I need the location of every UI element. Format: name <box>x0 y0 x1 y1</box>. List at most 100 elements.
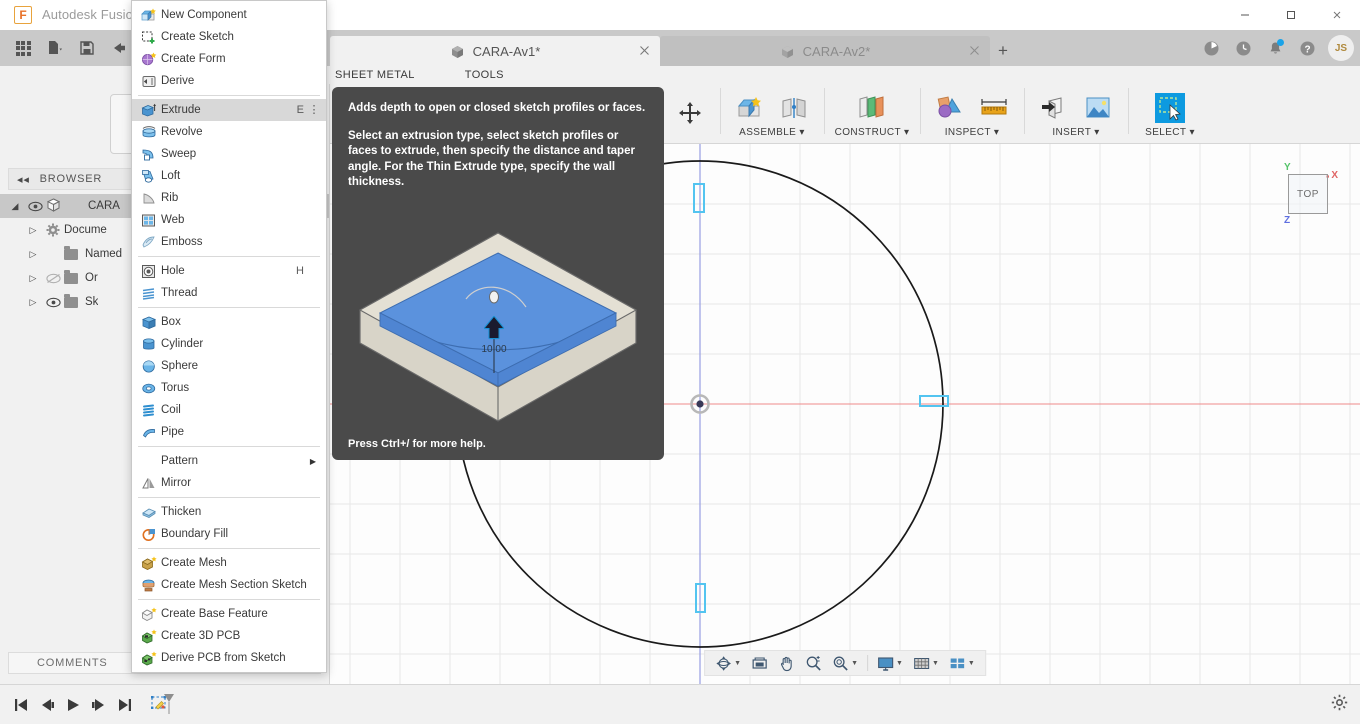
menu-item-sweep[interactable]: Sweep <box>132 143 326 165</box>
maximize-button[interactable] <box>1268 0 1314 30</box>
new-tab-button[interactable]: + <box>990 36 1016 66</box>
menu-item-create-form[interactable]: Create Form <box>132 48 326 70</box>
menu-item-box[interactable]: Box <box>132 311 326 333</box>
timeline-settings-icon[interactable] <box>1331 694 1348 716</box>
new-component-icon[interactable] <box>730 90 770 126</box>
app-grid-icon[interactable] <box>8 34 38 62</box>
select-marquee-icon[interactable] <box>1150 90 1190 126</box>
step-forward-button[interactable] <box>86 691 112 719</box>
go-to-beginning-button[interactable] <box>8 691 34 719</box>
twisty-icon[interactable]: ▷ <box>24 249 42 260</box>
eye-off-icon[interactable] <box>42 273 64 284</box>
menu-item-label: New Component <box>161 9 247 21</box>
ribbon-group-label[interactable]: SELECT ▾ <box>1145 127 1195 142</box>
emboss-icon <box>138 235 159 250</box>
chevron-down-icon[interactable]: ▼ <box>932 660 939 667</box>
ribbon-group-label[interactable]: INSERT ▾ <box>1052 127 1099 142</box>
bell-icon[interactable] <box>1260 33 1290 63</box>
menu-item-thread[interactable]: Thread <box>132 282 326 304</box>
menu-item-pattern[interactable]: Pattern ▶ <box>132 450 326 472</box>
menu-item-create-sketch[interactable]: Create Sketch <box>132 26 326 48</box>
ribbon-tab-tools[interactable]: TOOLS <box>431 66 520 84</box>
joint-icon[interactable] <box>774 90 814 126</box>
question-mark-icon[interactable]: ? <box>1292 33 1322 63</box>
menu-item-revolve[interactable]: Revolve <box>132 121 326 143</box>
ribbon-group-label[interactable]: CONSTRUCT ▾ <box>835 127 910 142</box>
step-back-button[interactable] <box>34 691 60 719</box>
origin-dot <box>696 400 704 408</box>
grid-snaps-icon[interactable]: ▼ <box>909 652 943 674</box>
save-icon[interactable] <box>72 34 102 62</box>
chevron-down-icon[interactable]: ▼ <box>734 660 741 667</box>
menu-item-thicken[interactable]: Thicken <box>132 501 326 523</box>
document-tab-cara-av2[interactable]: CARA-Av2* <box>660 36 990 66</box>
menu-item-boundary-fill[interactable]: Boundary Fill <box>132 523 326 545</box>
menu-item-new-component[interactable]: New Component <box>132 4 326 26</box>
overflow-icon[interactable]: ⋮ <box>308 105 320 116</box>
menu-item-create-base-feature[interactable]: Create Base Feature <box>132 603 326 625</box>
orbit-icon[interactable]: ▼ <box>711 652 745 674</box>
document-tab-cara-av1[interactable]: CARA-Av1* <box>330 36 660 66</box>
twisty-icon[interactable]: ◢ <box>6 201 24 212</box>
eye-icon[interactable] <box>42 297 64 308</box>
zoom-window-icon[interactable]: ▼ <box>828 652 862 674</box>
menu-item-pipe[interactable]: Pipe <box>132 421 326 443</box>
eye-icon[interactable] <box>24 201 46 212</box>
twisty-icon[interactable]: ▷ <box>24 297 42 308</box>
document-tab-label: CARA-Av1* <box>472 43 541 59</box>
view-cube[interactable]: Y X Z TOP <box>1276 162 1340 226</box>
menu-item-web[interactable]: Web <box>132 209 326 231</box>
menu-item-create-mesh-section-sketch[interactable]: Create Mesh Section Sketch <box>132 574 326 596</box>
offset-plane-icon[interactable] <box>852 90 892 126</box>
undo-arrow-icon[interactable] <box>104 34 134 62</box>
file-icon[interactable] <box>40 34 70 62</box>
close-icon[interactable] <box>639 43 650 59</box>
pan-hand-icon[interactable] <box>774 652 799 674</box>
menu-item-rib[interactable]: Rib <box>132 187 326 209</box>
menu-item-derive-pcb-from-sketch[interactable]: Derive PCB from Sketch <box>132 647 326 669</box>
look-at-icon[interactable] <box>747 652 772 674</box>
view-cube-face[interactable]: TOP <box>1288 174 1328 214</box>
zoom-icon[interactable] <box>801 652 826 674</box>
chevron-down-icon[interactable]: ▼ <box>851 660 858 667</box>
insert-cube-icon[interactable] <box>1034 90 1074 126</box>
close-button[interactable] <box>1314 0 1360 30</box>
ribbon-group-label[interactable]: INSPECT ▾ <box>945 127 1000 142</box>
twisty-icon[interactable]: ▷ <box>24 273 42 284</box>
viewports-icon[interactable]: ▼ <box>945 652 979 674</box>
play-button[interactable] <box>60 691 86 719</box>
image-icon[interactable] <box>1078 90 1118 126</box>
menu-item-create-mesh[interactable]: Create Mesh <box>132 552 326 574</box>
avatar[interactable]: JS <box>1328 35 1354 61</box>
chevron-down-icon[interactable]: ▼ <box>968 660 975 667</box>
menu-item-create-3d-pcb[interactable]: Create 3D PCB <box>132 625 326 647</box>
minimize-button[interactable] <box>1222 0 1268 30</box>
extrude-icon <box>138 103 159 118</box>
menu-item-loft[interactable]: Loft <box>132 165 326 187</box>
twisty-icon[interactable]: ▷ <box>24 225 42 236</box>
menu-item-sphere[interactable]: Sphere <box>132 355 326 377</box>
coil-icon <box>138 403 159 418</box>
go-to-end-button[interactable] <box>112 691 138 719</box>
menu-item-extrude[interactable]: Extrude E ⋮ <box>132 99 326 121</box>
menu-item-torus[interactable]: Torus <box>132 377 326 399</box>
chevron-down-icon[interactable]: ▼ <box>896 660 903 667</box>
menu-item-derive[interactable]: Derive <box>132 70 326 92</box>
extrude-illustration: 10.00 <box>358 232 638 422</box>
clock-icon[interactable] <box>1228 33 1258 63</box>
interference-icon[interactable] <box>930 90 970 126</box>
menu-item-coil[interactable]: Coil <box>132 399 326 421</box>
create-sketch-icon <box>138 30 159 45</box>
menu-item-emboss[interactable]: Emboss <box>132 231 326 253</box>
display-settings-icon[interactable]: ▼ <box>873 652 907 674</box>
timeline-feature-sketch[interactable] <box>146 691 180 719</box>
close-icon[interactable] <box>969 43 980 59</box>
ruler-icon[interactable] <box>974 90 1014 126</box>
menu-item-hole[interactable]: Hole H <box>132 260 326 282</box>
job-status-icon[interactable] <box>1196 33 1226 63</box>
move-arrows-icon[interactable] <box>670 95 710 131</box>
ribbon-group-label[interactable]: ASSEMBLE ▾ <box>739 127 805 142</box>
collapse-icon[interactable]: ◂◂ <box>17 173 30 186</box>
menu-item-mirror[interactable]: Mirror <box>132 472 326 494</box>
menu-item-cylinder[interactable]: Cylinder <box>132 333 326 355</box>
